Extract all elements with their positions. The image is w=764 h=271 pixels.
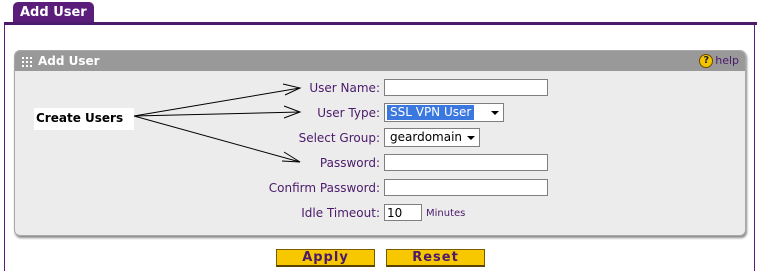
select-group-value: geardomain: [390, 130, 463, 144]
tab-add-user[interactable]: Add User: [13, 2, 94, 22]
user-type-label: User Type:: [317, 106, 380, 120]
tab-label: Add User: [20, 5, 87, 20]
password-label: Password:: [319, 156, 380, 170]
help-link[interactable]: ? help: [699, 53, 739, 69]
user-name-label: User Name:: [309, 81, 380, 95]
apply-button[interactable]: Apply: [276, 249, 375, 267]
idle-timeout-label: Idle Timeout:: [301, 206, 380, 220]
reset-button[interactable]: Reset: [386, 249, 485, 267]
user-type-value: SSL VPN User: [387, 105, 475, 120]
panel-header: Add User ? help: [15, 51, 745, 71]
idle-timeout-input[interactable]: [384, 204, 422, 221]
help-icon[interactable]: ?: [699, 54, 714, 68]
password-input[interactable]: [384, 154, 548, 171]
add-user-panel: Add User ? help: [14, 50, 746, 236]
help-label: help: [715, 54, 739, 67]
select-group-select[interactable]: geardomain: [384, 128, 480, 147]
chevron-down-icon[interactable]: [487, 105, 502, 120]
panel-title: Add User: [38, 54, 100, 68]
user-name-input[interactable]: [384, 79, 548, 96]
confirm-password-label: Confirm Password:: [268, 181, 380, 195]
grip-icon: [22, 57, 32, 67]
chevron-down-icon[interactable]: [463, 130, 478, 145]
idle-timeout-unit: Minutes: [426, 208, 466, 219]
select-group-label: Select Group:: [298, 131, 380, 145]
user-type-select[interactable]: SSL VPN User: [384, 103, 504, 122]
confirm-password-input[interactable]: [384, 179, 548, 196]
create-users-callout: Create Users: [34, 108, 134, 130]
